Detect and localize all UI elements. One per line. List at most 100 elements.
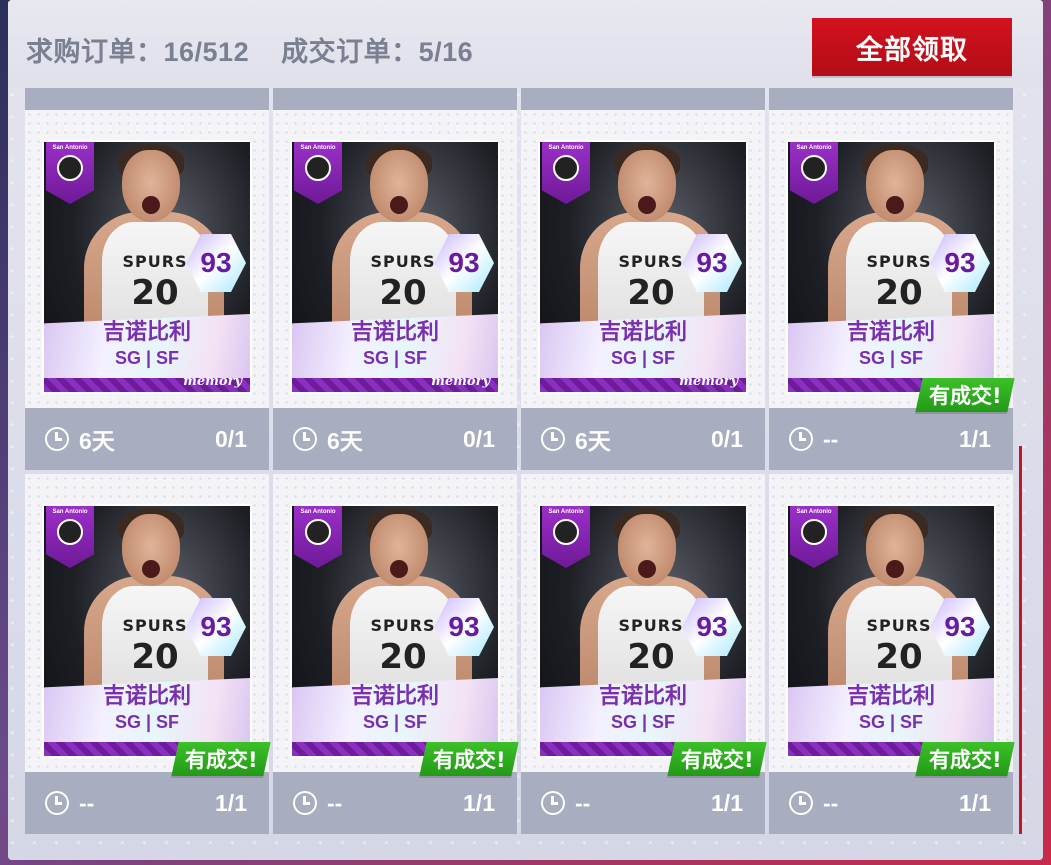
player-card[interactable]: SPURS 20 San Antonio 93 吉诺比利 SG | SF — [540, 506, 746, 756]
player-card[interactable]: SPURS 20 San Antonio 93 吉诺比利 SG | SF — [788, 506, 994, 756]
team-city: San Antonio — [52, 509, 88, 515]
rating-value: 93 — [944, 611, 976, 642]
clock-icon — [789, 427, 813, 451]
jersey-team: SPURS — [618, 616, 684, 635]
jersey-team: SPURS — [122, 616, 188, 635]
rating-value: 93 — [200, 611, 232, 642]
series-label: memory — [183, 374, 242, 389]
clock-icon — [293, 427, 317, 451]
clock-icon — [541, 791, 565, 815]
jersey-team: SPURS — [370, 616, 436, 635]
team-city: San Antonio — [796, 509, 832, 515]
jersey-number: 20 — [379, 637, 427, 677]
buy-orders-count: 求购订单：16/512 — [26, 37, 250, 67]
spurs-logo-icon — [305, 519, 331, 545]
order-progress: 1/1 — [463, 789, 495, 816]
deal-badge: 有成交! — [915, 378, 1015, 412]
player-mouth — [390, 196, 408, 214]
memory-strip: memory — [44, 374, 250, 392]
order-footer: 6天 0/1 — [521, 408, 765, 470]
jersey-number: 20 — [131, 637, 179, 677]
team-city: San Antonio — [548, 509, 584, 515]
jersey-number: 20 — [379, 273, 427, 313]
time-remaining-value: -- — [575, 789, 591, 816]
jersey-team: SPURS — [618, 252, 684, 271]
rating-value: 93 — [448, 247, 480, 278]
player-card[interactable]: SPURS 20 San Antonio 93 吉诺比利 SG | SF — [44, 142, 250, 392]
time-remaining: -- — [789, 790, 838, 817]
memory-strip: memory — [292, 374, 498, 392]
player-card[interactable]: SPURS 20 San Antonio 93 吉诺比利 SG | SF — [292, 506, 498, 756]
team-city: San Antonio — [52, 145, 88, 151]
player-card[interactable]: SPURS 20 San Antonio 93 吉诺比利 SG | SF — [44, 506, 250, 756]
time-remaining: -- — [541, 790, 590, 817]
jersey-number: 20 — [627, 273, 675, 313]
spurs-logo-icon — [57, 519, 83, 545]
player-positions: SG | SF — [610, 348, 676, 368]
jersey-number: 20 — [131, 273, 179, 313]
player-positions: SG | SF — [362, 712, 428, 732]
player-card[interactable]: SPURS 20 San Antonio 93 吉诺比利 SG | SF — [292, 142, 498, 392]
player-mouth — [142, 196, 160, 214]
order-progress: 1/1 — [959, 789, 991, 816]
player-mouth — [142, 560, 160, 578]
clock-icon — [541, 427, 565, 451]
order-progress: 1/1 — [215, 789, 247, 816]
rating-value: 93 — [944, 247, 976, 278]
spurs-logo-icon — [57, 155, 83, 181]
series-label: memory — [679, 374, 738, 389]
player-card[interactable]: SPURS 20 San Antonio 93 吉诺比利 SG | SF — [788, 142, 994, 392]
player-mouth — [886, 560, 904, 578]
order-progress: 0/1 — [711, 425, 743, 452]
clock-icon — [45, 427, 69, 451]
deal-badge-label: 有成交! — [184, 748, 258, 772]
player-mouth — [638, 196, 656, 214]
jersey-team: SPURS — [122, 252, 188, 271]
player-name: 吉诺比利 — [102, 684, 191, 709]
jersey-team: SPURS — [370, 252, 436, 271]
order-footer: -- 1/1 — [521, 772, 765, 834]
player-mouth — [390, 560, 408, 578]
spurs-logo-icon — [801, 155, 827, 181]
orders-grid[interactable]: SPURS 20 San Antonio 93 吉诺比利 SG | SF mem… — [8, 0, 1043, 860]
player-card[interactable]: SPURS 20 San Antonio 93 吉诺比利 SG | SF — [540, 142, 746, 392]
player-positions: SG | SF — [858, 348, 924, 368]
jersey-team: SPURS — [866, 616, 932, 635]
time-remaining-value: -- — [327, 789, 343, 816]
spurs-logo-icon — [305, 155, 331, 181]
deal-orders-count: 成交订单：5/16 — [281, 37, 474, 67]
time-remaining: 6天 — [45, 422, 115, 456]
time-remaining-value: 6天 — [575, 428, 611, 454]
deal-badge-label: 有成交! — [432, 748, 506, 772]
team-city: San Antonio — [300, 509, 336, 515]
order-footer: -- 1/1 — [769, 772, 1013, 834]
team-city: San Antonio — [796, 145, 832, 151]
order-counts: 求购订单：16/512 成交订单：5/16 — [26, 30, 497, 69]
time-remaining-value: -- — [823, 425, 839, 452]
time-remaining-value: 6天 — [327, 428, 363, 454]
clock-icon — [789, 791, 813, 815]
order-footer: -- 1/1 — [769, 408, 1013, 470]
team-city: San Antonio — [300, 145, 336, 151]
order-footer: -- 1/1 — [25, 772, 269, 834]
player-name: 吉诺比利 — [598, 320, 687, 345]
player-name: 吉诺比利 — [598, 684, 687, 709]
deal-badge: 有成交! — [419, 742, 519, 776]
order-footer: 6天 0/1 — [25, 408, 269, 470]
order-progress: 1/1 — [959, 425, 991, 452]
scrollbar[interactable] — [1019, 446, 1022, 834]
rating-value: 93 — [696, 247, 728, 278]
player-positions: SG | SF — [114, 712, 180, 732]
player-mouth — [638, 560, 656, 578]
order-footer: -- 1/1 — [273, 772, 517, 834]
player-name: 吉诺比利 — [350, 320, 439, 345]
time-remaining: 6天 — [541, 422, 611, 456]
header-bar: 求购订单：16/512 成交订单：5/16 全部领取 — [8, 0, 1043, 88]
deal-badge-label: 有成交! — [928, 384, 1002, 408]
claim-all-button[interactable]: 全部领取 — [812, 18, 1012, 76]
order-progress: 0/1 — [463, 425, 495, 452]
player-name: 吉诺比利 — [350, 684, 439, 709]
player-name: 吉诺比利 — [846, 320, 935, 345]
team-city: San Antonio — [548, 145, 584, 151]
spurs-logo-icon — [801, 519, 827, 545]
